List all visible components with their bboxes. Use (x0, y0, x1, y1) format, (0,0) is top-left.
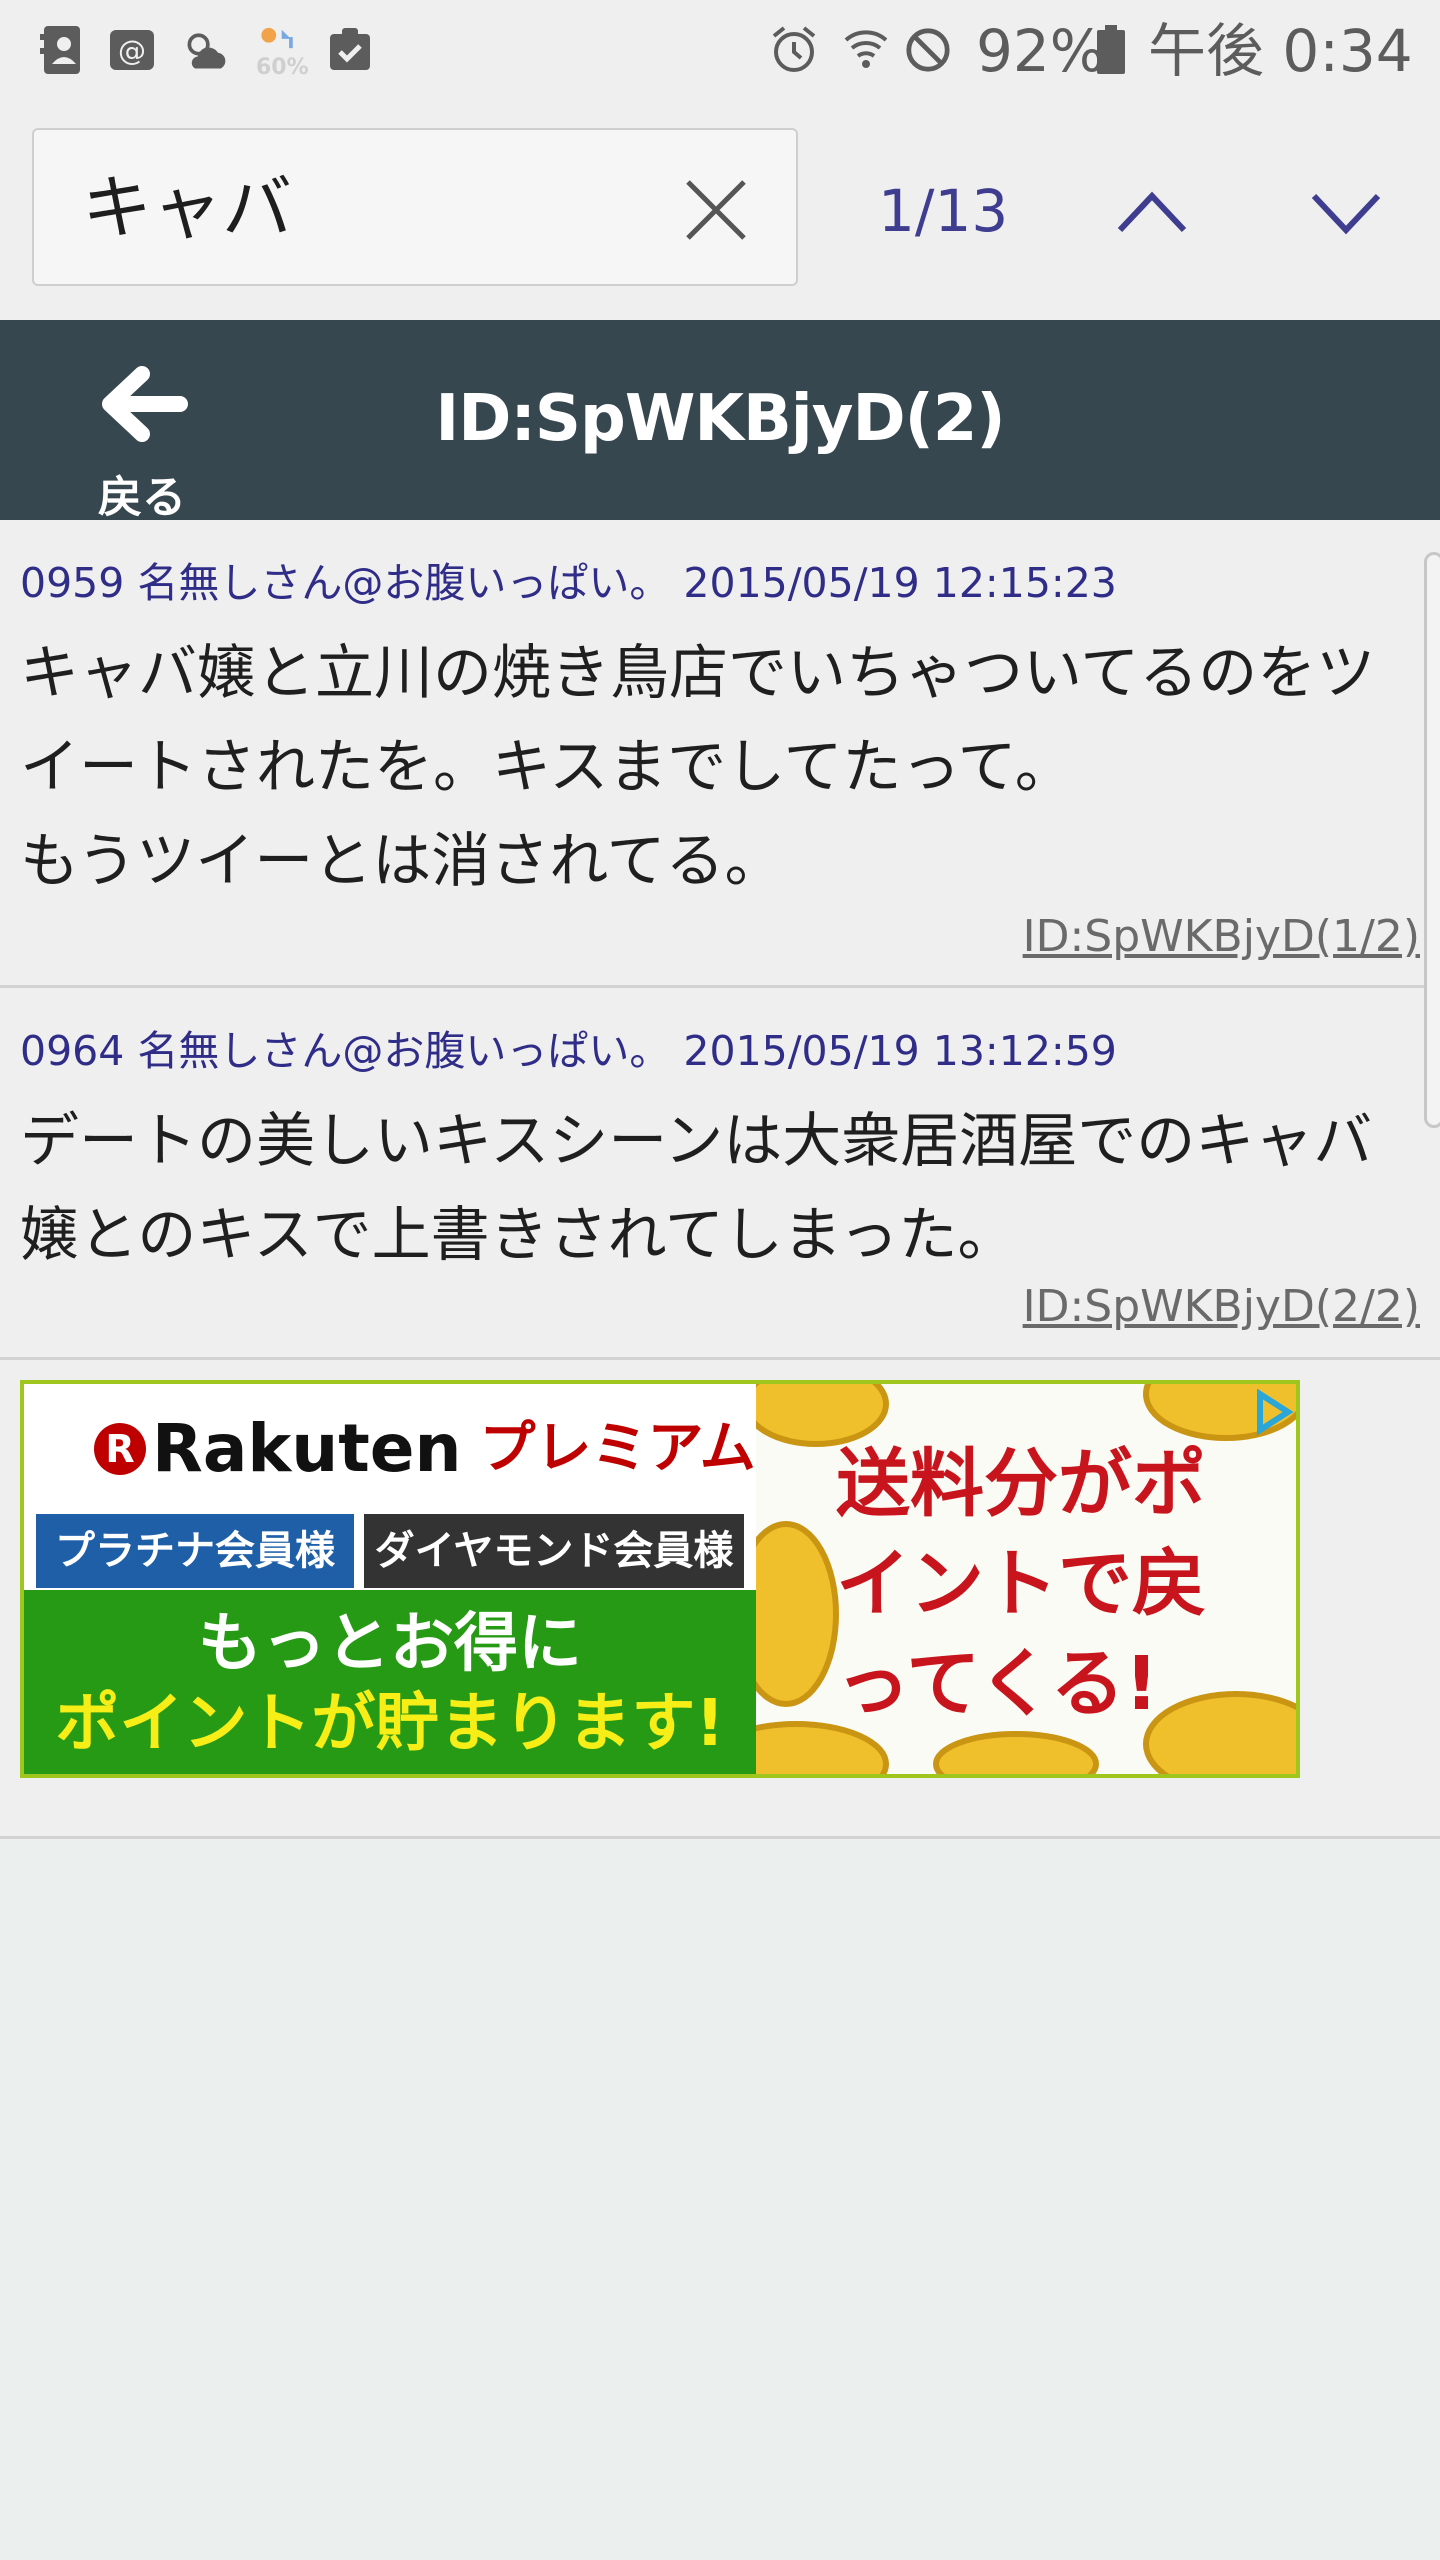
ad-left-panel: R Rakuten プレミアム プラチナ会員様 ダイヤモンド会員様 もっとお得に… (24, 1384, 756, 1774)
ad-line1: もっとお得に (198, 1607, 582, 1681)
post-meta[interactable]: 0964 名無しさん@お腹いっぱい。 2015/05/19 13:12:59 (20, 1026, 1117, 1076)
status-bar: @ 60% 92% 午後 0:34 (0, 0, 1440, 104)
battery-icon (1094, 22, 1128, 78)
match-count: 1/13 (878, 177, 1009, 245)
chevron-down-icon (1311, 193, 1381, 235)
wifi-icon (842, 22, 890, 78)
ad-premium: プレミアム (479, 1416, 756, 1481)
weather-icon (182, 22, 230, 78)
ad-right-text: 送料分がポイントで戻ってくる! (836, 1441, 1206, 1727)
previous-match-button[interactable] (1112, 182, 1192, 242)
post-id-link[interactable]: ID:SpWKBjyD(2/2) (1023, 1282, 1420, 1332)
clear-search-button[interactable] (674, 168, 758, 252)
back-label: 戻る (98, 472, 186, 523)
clock: 午後 0:34 (1148, 17, 1413, 85)
svg-text:@: @ (118, 34, 146, 67)
post-body: キャバ嬢と立川の焼き鳥店でいちゃついてるのをツイートされたを。キスまでしてたって… (20, 638, 1376, 895)
post-body: デートの美しいキスシーンは大衆居酒屋でのキャバ嬢とのキスで上書きされてしまった。 (20, 1106, 1373, 1269)
post-id-link[interactable]: ID:SpWKBjyD(1/2) (1023, 912, 1420, 962)
divider (0, 1836, 1440, 1839)
alarm-icon (770, 22, 818, 78)
rakuten-r-icon: R (94, 1423, 146, 1475)
post-meta[interactable]: 0959 名無しさん@お腹いっぱい。 2015/05/19 12:15:23 (20, 558, 1117, 608)
ad-line2: ポイントが貯まります! (55, 1687, 725, 1761)
search-query-text: キャバ (82, 167, 292, 249)
email-icon: @ (108, 22, 156, 78)
find-in-page-bar: キャバ 1/13 (0, 104, 1440, 320)
ad-right-panel: 送料分がポイントで戻ってくる! (756, 1384, 1296, 1774)
contacts-icon (38, 22, 86, 78)
ad-badge-platinum: プラチナ会員様 (36, 1514, 354, 1588)
app-header: 戻る ID:SpWKBjyD(2) (0, 320, 1440, 523)
battery-percent: 92% (976, 17, 1105, 85)
rakuten-logo: R Rakuten プレミアム (94, 1414, 756, 1484)
chevron-up-icon (1117, 191, 1187, 233)
page-title: ID:SpWKBjyD(2) (435, 382, 1005, 456)
ad-green-panel: もっとお得に ポイントが貯まります! (24, 1590, 756, 1774)
ad-banner[interactable]: R Rakuten プレミアム プラチナ会員様 ダイヤモンド会員様 もっとお得に… (20, 1380, 1300, 1778)
clipboard-check-icon (326, 22, 374, 78)
post-item: 0964 名無しさん@お腹いっぱい。 2015/05/19 13:12:59 デ… (0, 988, 1440, 1360)
do-not-disturb-icon (904, 22, 952, 78)
weather-badge: 60% (256, 55, 309, 80)
weather-alert-icon: 60% (254, 22, 309, 80)
post-item: 0959 名無しさん@お腹いっぱい。 2015/05/19 12:15:23 キ… (0, 520, 1440, 988)
next-match-button[interactable] (1306, 182, 1386, 242)
ad-badge-diamond: ダイヤモンド会員様 (364, 1514, 744, 1588)
ad-brand: Rakuten (152, 1410, 462, 1487)
close-icon (686, 180, 746, 240)
ad-choices-icon[interactable] (1242, 1384, 1296, 1438)
search-input[interactable]: キャバ (32, 128, 798, 286)
scrollbar-thumb[interactable] (1424, 552, 1440, 1128)
